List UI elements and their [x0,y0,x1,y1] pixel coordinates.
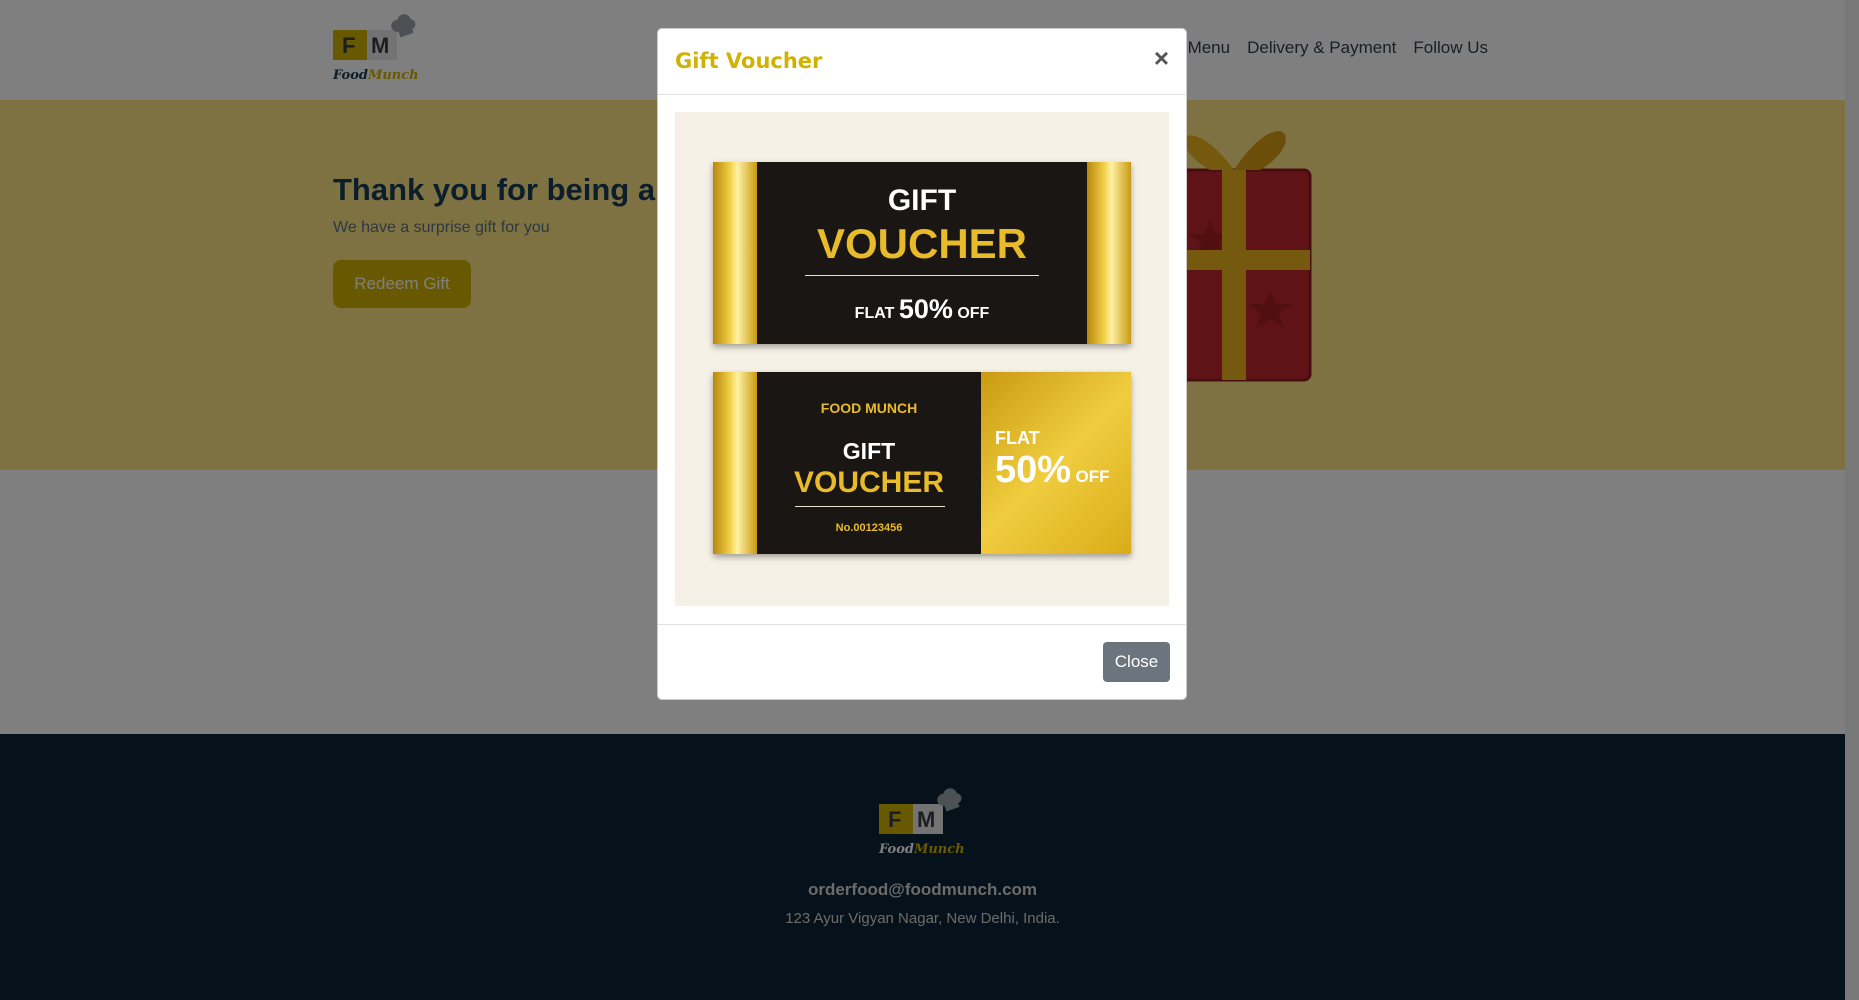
voucher2-flat: FLAT [995,428,1040,448]
voucher1-gift-text: GIFT [887,184,957,217]
voucher1-voucher-text: VOUCHER [816,220,1028,267]
voucher2-voucher-text: VOUCHER [793,466,944,499]
voucher2-percent-line: 50% OFF [995,449,1131,492]
voucher1-offer: FLAT 50% OFF [713,294,1131,325]
voucher-card-2: FOOD MUNCH GIFT VOUCHER No.00123456 FLAT… [713,372,1131,554]
voucher-image: GIFT VOUCHER FLAT 50% OFF FOOD MUNCH GIF… [675,112,1169,606]
close-button[interactable]: Close [1103,642,1170,682]
voucher-card-1: GIFT VOUCHER FLAT 50% OFF [713,162,1131,344]
modal-footer: Close [658,624,1186,699]
voucher2-off: OFF [1075,467,1110,486]
voucher1-flat: FLAT [854,305,895,322]
voucher1-percent: 50% [898,294,953,324]
modal-header: Gift Voucher × [658,29,1186,95]
divider-line [795,506,945,507]
voucher2-left-panel: FOOD MUNCH GIFT VOUCHER No.00123456 [757,372,981,554]
voucher2-offer-text: FLAT 50% OFF [995,428,1131,492]
gold-band-left [713,372,757,554]
voucher2-brand: FOOD MUNCH [820,400,918,416]
voucher2-gift-text: GIFT [842,438,896,464]
voucher2-number: No.00123456 [835,522,903,534]
modal-title: Gift Voucher [675,49,823,73]
divider-line [805,275,1039,276]
close-icon[interactable]: × [1154,45,1169,71]
voucher2-percent: 50% [995,449,1072,491]
gift-voucher-modal: Gift Voucher × GIFT VOUCHER FLAT 50% OFF… [657,28,1187,700]
voucher1-off: OFF [957,305,990,322]
